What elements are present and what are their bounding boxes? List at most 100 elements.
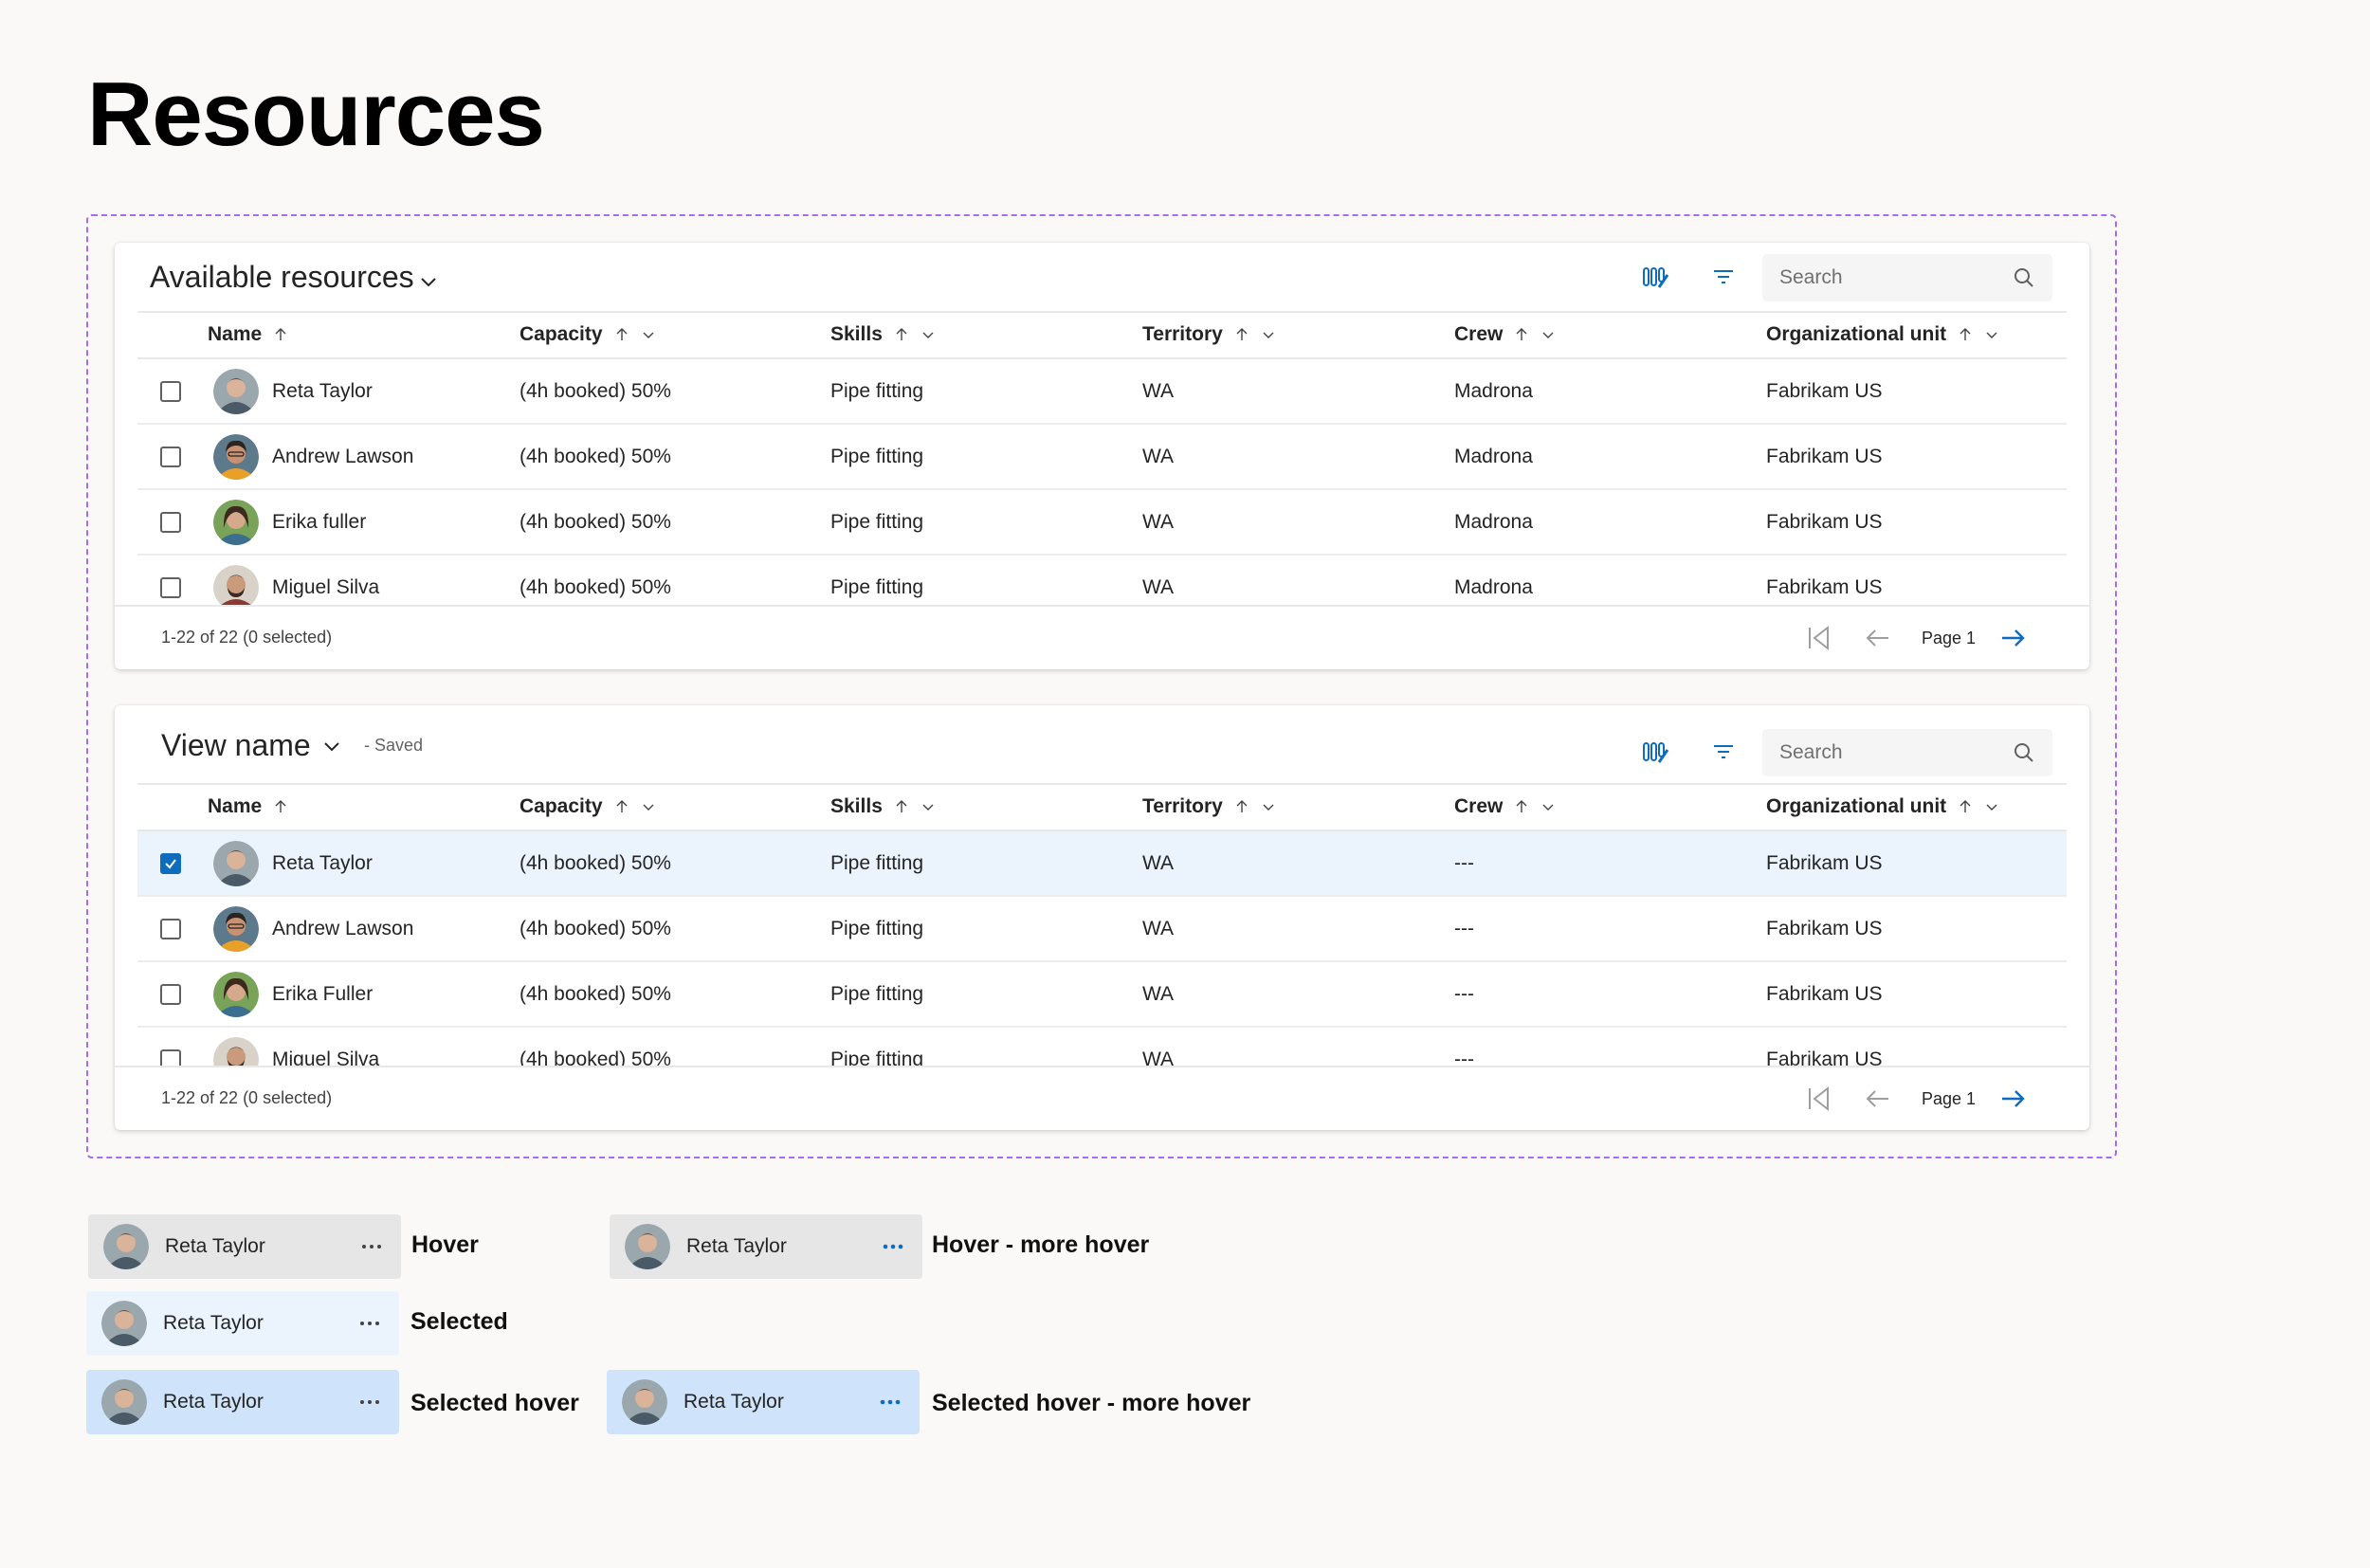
table-row[interactable]: Reta Taylor (4h booked) 50% Pipe fitting…	[137, 359, 2067, 425]
name-cell-state-selected-hover[interactable]: Reta Taylor	[86, 1370, 399, 1434]
column-label: Organizational unit	[1766, 323, 1947, 345]
search-input[interactable]: Search	[1762, 254, 2052, 301]
cell-name: Andrew Lawson	[272, 446, 414, 467]
sort-up-icon	[1234, 799, 1249, 814]
next-page-icon[interactable]	[1998, 624, 2027, 652]
column-header-capacity[interactable]: Capacity	[520, 323, 656, 346]
table-body: Reta Taylor (4h booked) 50% Pipe fitting…	[137, 831, 2067, 1066]
search-placeholder: Search	[1779, 266, 1843, 288]
column-header-crew[interactable]: Crew	[1454, 795, 1556, 818]
column-header-skills[interactable]: Skills	[830, 795, 936, 818]
table-row[interactable]: Miguel Silva (4h booked) 50% Pipe fittin…	[137, 1028, 2067, 1066]
table-row[interactable]: Erika Fuller (4h booked) 50% Pipe fittin…	[137, 962, 2067, 1028]
table-row[interactable]: Reta Taylor (4h booked) 50% Pipe fitting…	[137, 831, 2067, 897]
chevron-down-icon[interactable]	[1984, 327, 1999, 342]
cell-territory: WA	[1142, 380, 1175, 402]
row-checkbox[interactable]	[160, 512, 181, 533]
column-view-icon[interactable]	[1642, 263, 1670, 291]
more-options-icon[interactable]	[357, 1316, 382, 1331]
chevron-down-icon[interactable]	[418, 271, 439, 292]
column-header-name[interactable]: Name	[208, 323, 288, 346]
chevron-down-icon[interactable]	[1261, 799, 1276, 814]
column-label: Crew	[1454, 795, 1504, 817]
row-checkbox[interactable]	[160, 984, 181, 1005]
table-row[interactable]: Andrew Lawson (4h booked) 50% Pipe fitti…	[137, 897, 2067, 962]
cell-capacity: (4h booked) 50%	[520, 576, 671, 598]
card-title[interactable]: Available resources	[150, 260, 414, 295]
avatar	[213, 906, 259, 952]
first-page-icon[interactable]	[1805, 1085, 1833, 1113]
column-header-name[interactable]: Name	[208, 795, 288, 818]
cell-capacity: (4h booked) 50%	[520, 511, 671, 533]
avatar	[213, 500, 259, 545]
first-page-icon[interactable]	[1805, 624, 1833, 652]
checkmark-icon	[165, 859, 176, 869]
more-options-icon[interactable]	[878, 1395, 902, 1410]
column-header-organizational-unit[interactable]: Organizational unit	[1766, 323, 1999, 346]
chevron-down-icon[interactable]	[1540, 327, 1556, 342]
filter-icon[interactable]	[1711, 264, 1736, 289]
chevron-down-icon[interactable]	[921, 327, 936, 342]
row-checkbox[interactable]	[160, 853, 181, 874]
name-cell-state-selected[interactable]: Reta Taylor	[86, 1291, 399, 1356]
column-header-skills[interactable]: Skills	[830, 323, 936, 346]
column-header-territory[interactable]: Territory	[1142, 795, 1276, 818]
search-input[interactable]: Search	[1762, 729, 2052, 776]
cell-territory: WA	[1142, 576, 1175, 598]
previous-page-icon[interactable]	[1864, 1085, 1892, 1113]
name-cell-state-hover[interactable]: Reta Taylor	[88, 1214, 401, 1279]
cell-crew: Madrona	[1454, 576, 1533, 598]
cell-org: Fabrikam US	[1766, 446, 1883, 467]
cell-skills: Pipe fitting	[830, 576, 924, 598]
chevron-down-icon[interactable]	[1540, 799, 1556, 814]
search-icon[interactable]	[2013, 266, 2035, 289]
more-options-icon[interactable]	[881, 1239, 905, 1254]
sort-up-icon	[614, 327, 629, 342]
sort-up-icon	[894, 799, 909, 814]
column-label: Skills	[830, 323, 883, 345]
row-checkbox[interactable]	[160, 919, 181, 939]
column-header-capacity[interactable]: Capacity	[520, 795, 656, 818]
row-checkbox[interactable]	[160, 381, 181, 402]
page-label: Page 1	[1922, 1089, 1977, 1108]
table-row[interactable]: Andrew Lawson (4h booked) 50% Pipe fitti…	[137, 425, 2067, 490]
chevron-down-icon[interactable]	[641, 327, 656, 342]
column-label: Crew	[1454, 323, 1504, 345]
row-checkbox[interactable]	[160, 577, 181, 598]
avatar	[101, 1379, 147, 1425]
page-title: Resources	[87, 64, 545, 165]
more-options-icon[interactable]	[359, 1239, 384, 1254]
column-header-territory[interactable]: Territory	[1142, 323, 1276, 346]
state-name: Reta Taylor	[684, 1391, 784, 1413]
state-label: Hover - more hover	[932, 1231, 1150, 1258]
chevron-down-icon[interactable]	[1984, 799, 1999, 814]
column-header-row: Name Capacity Skills Territory Crew Orga…	[137, 783, 2067, 831]
card-title[interactable]: View name	[161, 728, 311, 763]
cell-capacity: (4h booked) 50%	[520, 983, 671, 1005]
row-checkbox[interactable]	[160, 447, 181, 467]
chevron-down-icon[interactable]	[641, 799, 656, 814]
cell-org: Fabrikam US	[1766, 852, 1883, 874]
search-icon[interactable]	[2013, 741, 2035, 764]
chevron-down-icon[interactable]	[321, 736, 342, 757]
cell-name: Miguel Silva	[272, 1048, 380, 1066]
state-label: Selected hover - more hover	[932, 1390, 1251, 1416]
row-checkbox[interactable]	[160, 1049, 181, 1066]
chevron-down-icon[interactable]	[1261, 327, 1276, 342]
sort-up-icon	[1514, 799, 1529, 814]
column-label: Capacity	[520, 795, 603, 817]
name-cell-state-hover-more-hover[interactable]: Reta Taylor	[610, 1214, 922, 1279]
table-row[interactable]: Miguel Silva (4h booked) 50% Pipe fittin…	[137, 556, 2067, 605]
name-cell-state-selected-hover-more-hover[interactable]: Reta Taylor	[607, 1370, 920, 1434]
chevron-down-icon[interactable]	[921, 799, 936, 814]
cell-org: Fabrikam US	[1766, 918, 1883, 939]
filter-icon[interactable]	[1711, 739, 1736, 764]
next-page-icon[interactable]	[1998, 1085, 2027, 1113]
column-header-crew[interactable]: Crew	[1454, 323, 1556, 346]
table-row[interactable]: Erika fuller (4h booked) 50% Pipe fittin…	[137, 490, 2067, 556]
column-view-icon[interactable]	[1642, 738, 1670, 766]
column-label: Territory	[1142, 795, 1223, 817]
previous-page-icon[interactable]	[1864, 624, 1892, 652]
column-header-organizational-unit[interactable]: Organizational unit	[1766, 795, 1999, 818]
more-options-icon[interactable]	[357, 1395, 382, 1410]
